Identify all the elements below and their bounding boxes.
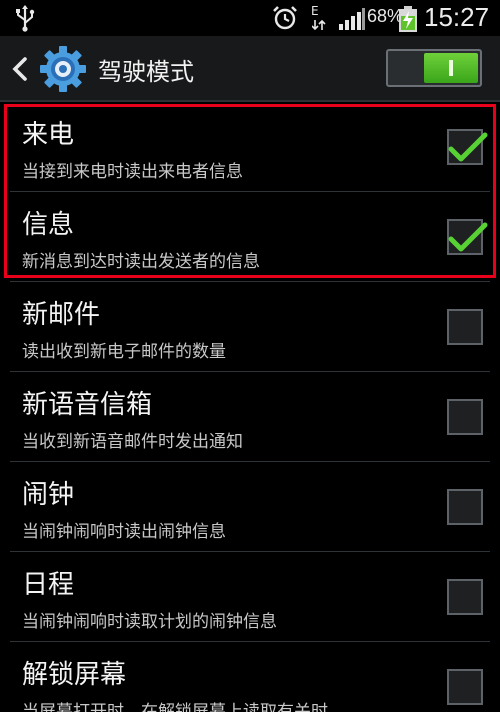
list-item-alarm[interactable]: 闹钟 当闹钟闹响时读出闹钟信息: [0, 462, 500, 552]
list-item-message[interactable]: 信息 新消息到达时读出发送者的信息: [0, 192, 500, 282]
item-title: 来电: [22, 120, 75, 150]
list-item-schedule[interactable]: 日程 当闹钟闹响时读取计划的闹钟信息: [0, 552, 500, 642]
item-subtitle: 当屏幕打开时，在解锁屏幕上读取有关时: [22, 702, 328, 712]
clock: 15:27: [424, 2, 490, 32]
gear-icon: [40, 46, 86, 92]
checkbox-unlock-screen[interactable]: [447, 669, 483, 705]
item-title: 解锁屏幕: [22, 660, 127, 690]
checkmark-icon: [448, 132, 488, 162]
checkmark-icon: [448, 222, 488, 252]
list-item-new-email[interactable]: 新邮件 读出收到新电子邮件的数量: [0, 282, 500, 372]
item-title: 新邮件: [22, 300, 101, 330]
item-title: 信息: [22, 210, 75, 240]
list-item-incoming-call[interactable]: 来电 当接到来电时读出来电者信息: [0, 102, 500, 192]
item-title: 日程: [22, 570, 75, 600]
list-item-unlock-screen[interactable]: 解锁屏幕 当屏幕打开时，在解锁屏幕上读取有关时: [0, 642, 500, 712]
usb-icon: [16, 5, 35, 32]
driving-mode-toggle[interactable]: [386, 49, 482, 87]
item-title: 闹钟: [22, 480, 75, 510]
back-icon[interactable]: [10, 56, 28, 82]
item-subtitle: 当接到来电时读出来电者信息: [22, 162, 243, 182]
checkbox-incoming-call[interactable]: [447, 129, 488, 165]
checkbox-new-voicemail[interactable]: [447, 399, 483, 435]
item-subtitle: 当闹钟闹响时读出闹钟信息: [22, 522, 226, 542]
network-type-label: E: [311, 4, 319, 18]
list-item-new-voicemail[interactable]: 新语音信箱 当收到新语音邮件时发出通知: [0, 372, 500, 462]
item-subtitle: 当闹钟闹响时读取计划的闹钟信息: [22, 612, 277, 632]
battery-charging-icon: [399, 6, 417, 32]
checkbox-new-email[interactable]: [447, 309, 483, 345]
item-subtitle: 读出收到新电子邮件的数量: [22, 342, 226, 362]
checkbox-message[interactable]: [447, 219, 488, 255]
action-bar: 驾驶模式: [0, 36, 500, 102]
item-title: 新语音信箱: [22, 390, 153, 420]
checkbox-alarm[interactable]: [447, 489, 483, 525]
item-subtitle: 当收到新语音邮件时发出通知: [22, 432, 243, 452]
signal-icon: [339, 8, 365, 30]
page-title: 驾驶模式: [98, 58, 194, 86]
checkbox-schedule[interactable]: [447, 579, 483, 615]
toggle-knob: [424, 53, 478, 83]
item-subtitle: 新消息到达时读出发送者的信息: [22, 252, 260, 272]
network-type-icon: E: [311, 4, 327, 32]
alarm-icon: [273, 6, 297, 30]
status-bar: E 68% 15:27: [0, 0, 500, 36]
